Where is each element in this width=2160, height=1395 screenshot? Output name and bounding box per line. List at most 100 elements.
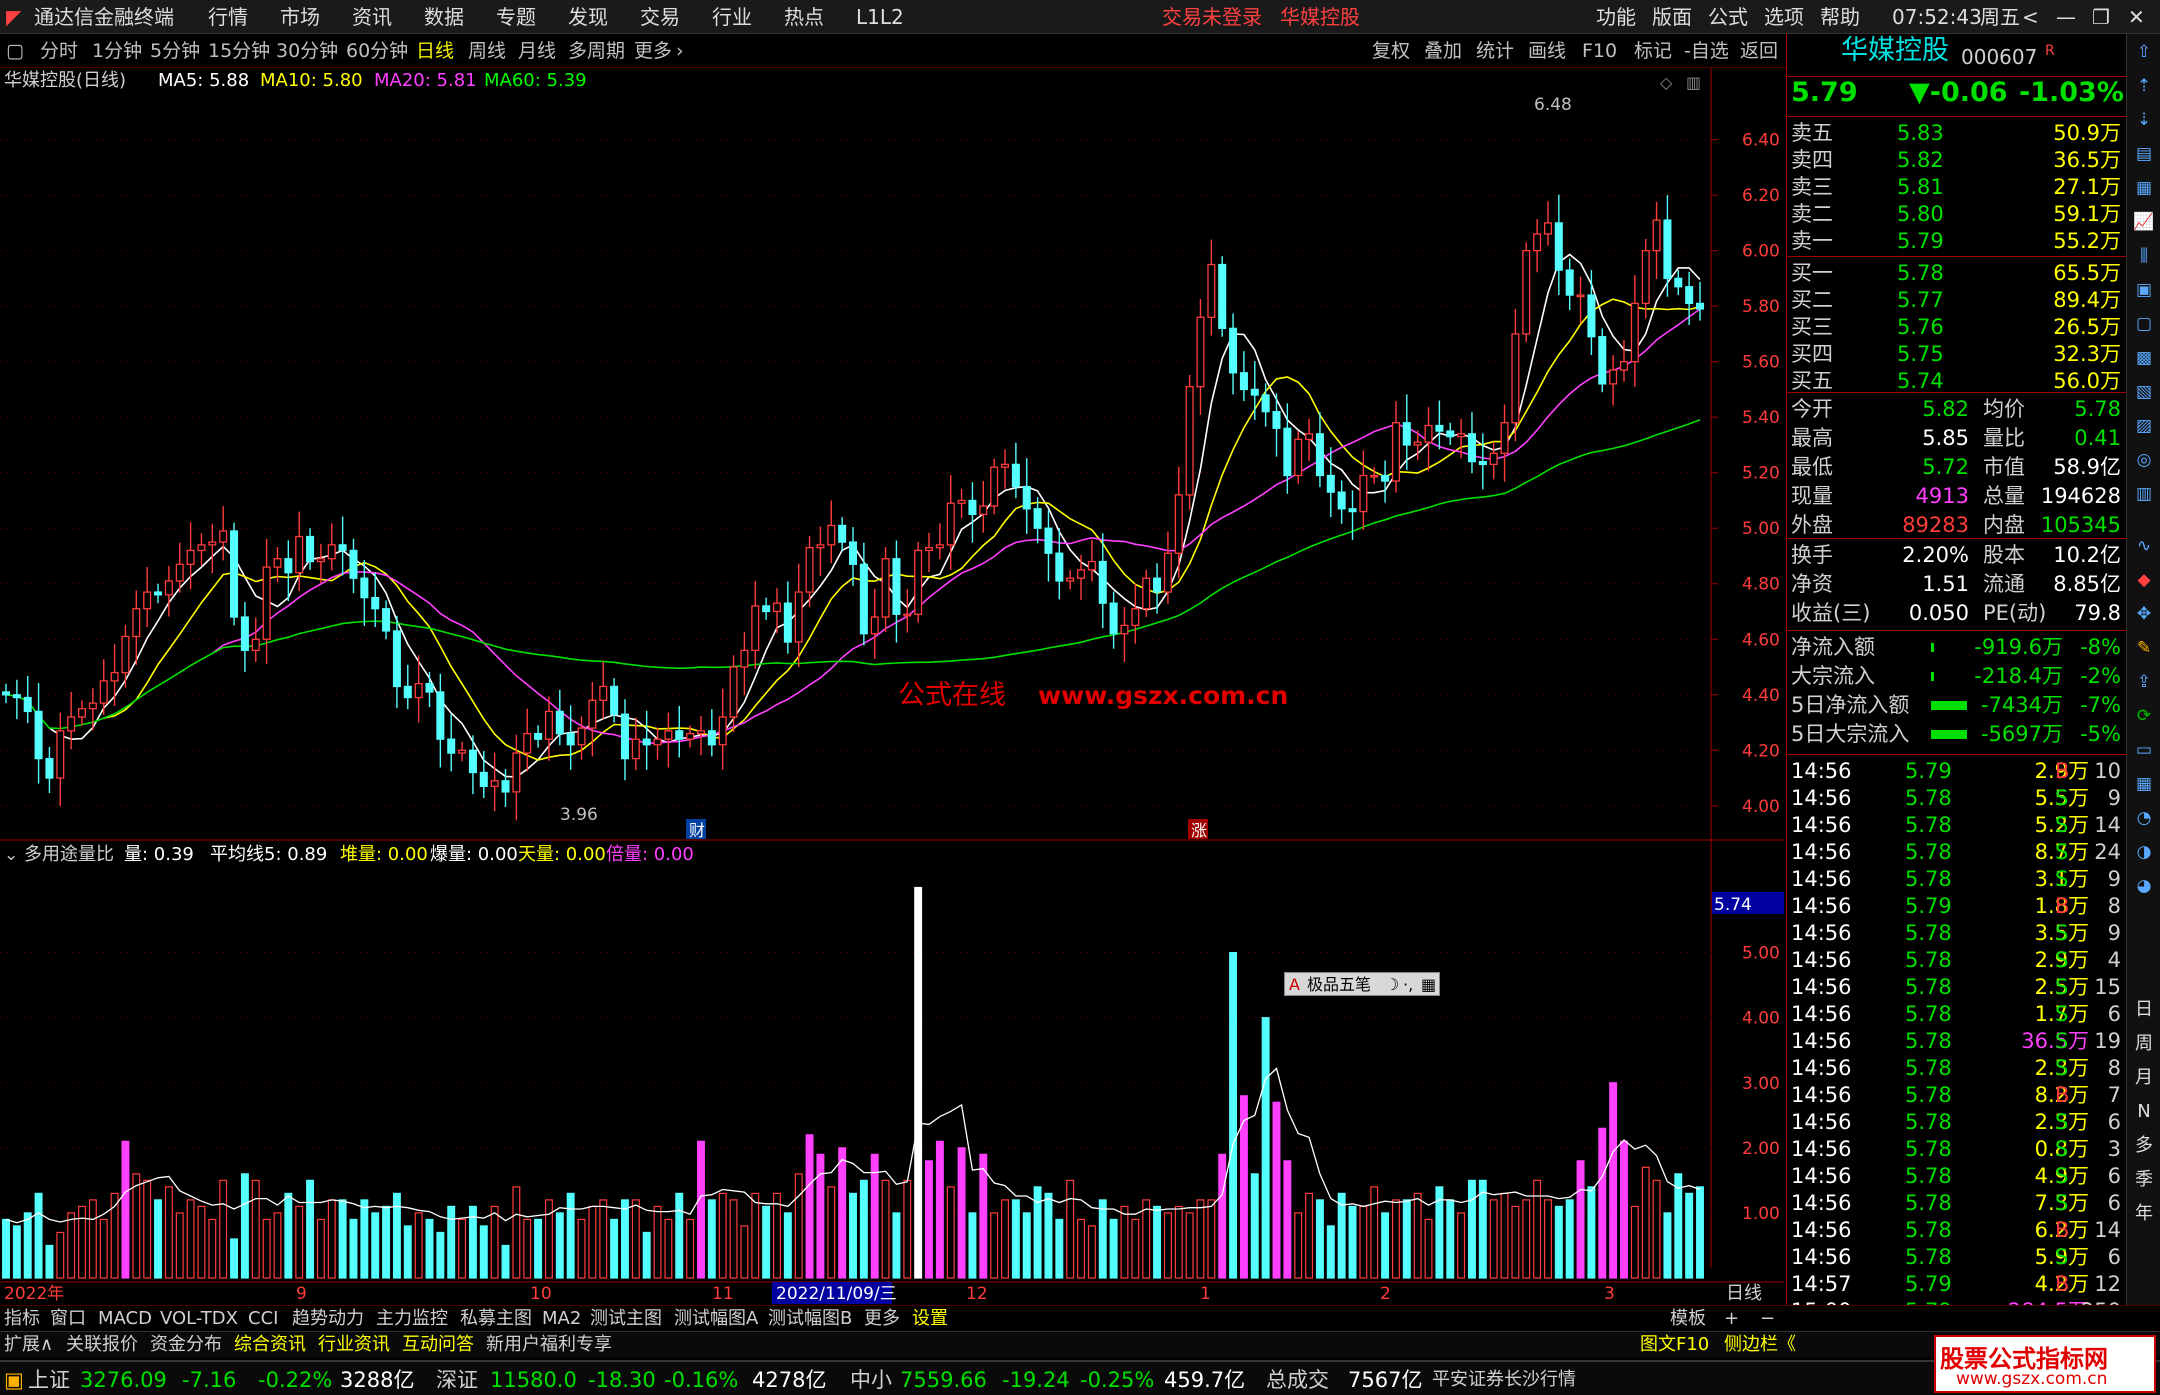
candle-body[interactable] — [1500, 422, 1509, 454]
candle-body[interactable] — [762, 605, 771, 613]
period-weekly[interactable]: 周线 — [468, 39, 506, 63]
tab-more[interactable]: 更多 — [864, 1308, 900, 1330]
volume-ratio-bar[interactable] — [403, 1225, 412, 1279]
tab-test-sub-b[interactable]: 测试幅图B — [768, 1308, 852, 1330]
menu-industry[interactable]: 行业 — [712, 4, 752, 30]
candle-body[interactable] — [1066, 577, 1075, 582]
volume-ratio-bar[interactable] — [1348, 1205, 1357, 1279]
volume-ratio-bar[interactable] — [1109, 1218, 1118, 1279]
candle-body[interactable] — [1511, 333, 1520, 424]
volume-ratio-bar[interactable] — [1391, 1199, 1400, 1279]
volume-ratio-bar[interactable] — [827, 1186, 836, 1279]
volume-ratio-bar[interactable] — [1283, 1160, 1292, 1279]
volume-ratio-bar[interactable] — [197, 1205, 206, 1279]
back-arrow-icon[interactable]: < — [2022, 4, 2039, 30]
volume-ratio-bar[interactable] — [805, 1134, 814, 1279]
finance-marker[interactable]: 财 — [689, 821, 705, 840]
candle-body[interactable] — [34, 710, 43, 760]
candle-body[interactable] — [664, 730, 673, 740]
candle-body[interactable] — [1489, 452, 1498, 466]
volume-ratio-bar[interactable] — [56, 1231, 65, 1279]
candle-body[interactable] — [642, 738, 651, 746]
candle-body[interactable] — [1457, 433, 1466, 438]
candle-body[interactable] — [327, 544, 336, 560]
xaxis-period-label[interactable]: 日线 — [1726, 1283, 1762, 1304]
volume-ratio-bar[interactable] — [610, 1218, 619, 1279]
candle-body[interactable] — [751, 605, 760, 652]
candle-body[interactable] — [1250, 388, 1259, 396]
volume-ratio-bar[interactable] — [1044, 1192, 1053, 1279]
candle-body[interactable] — [675, 730, 684, 740]
candle-body[interactable] — [121, 635, 130, 674]
candle-body[interactable] — [132, 608, 141, 638]
period-15min[interactable]: 15分钟 — [208, 39, 270, 63]
volume-ratio-bar[interactable] — [1652, 1179, 1661, 1279]
volume-ratio-bar[interactable] — [186, 1199, 195, 1279]
candle-body[interactable] — [382, 608, 391, 632]
candle-body[interactable] — [1348, 508, 1357, 513]
vtool-week[interactable]: 周 — [2132, 1032, 2156, 1056]
candle-body[interactable] — [1630, 302, 1639, 363]
ime-a-icon[interactable]: A — [1289, 975, 1300, 995]
volume-ratio-bar[interactable] — [1402, 1199, 1411, 1279]
candle-body[interactable] — [653, 738, 662, 746]
volume-ratio-bar[interactable] — [1359, 1205, 1368, 1279]
sh-label[interactable]: 上证 — [28, 1367, 70, 1393]
period-5min[interactable]: 5分钟 — [150, 39, 200, 63]
volume-ratio-bar[interactable] — [240, 1173, 249, 1279]
candle-body[interactable] — [1359, 474, 1368, 513]
volume-ratio-bar[interactable] — [1663, 1212, 1672, 1279]
candle-body[interactable] — [1185, 386, 1194, 496]
volume-ratio-bar[interactable] — [990, 1212, 999, 1279]
candle-body[interactable] — [458, 749, 467, 754]
tool-return[interactable]: 返回 — [1740, 39, 1778, 63]
candle-body[interactable] — [1554, 222, 1563, 271]
candle-body[interactable] — [1533, 233, 1542, 252]
candle-body[interactable] — [1337, 491, 1346, 510]
tab-trend-power[interactable]: 趋势动力 — [292, 1308, 364, 1330]
candle-body[interactable] — [1044, 527, 1053, 554]
candle-body[interactable] — [1685, 286, 1694, 305]
candle-body[interactable] — [273, 558, 282, 568]
candle-body[interactable] — [1413, 441, 1422, 446]
volume-ratio-bar[interactable] — [773, 1192, 781, 1279]
candle-body[interactable] — [197, 544, 206, 552]
candle-body[interactable] — [436, 691, 445, 740]
candle-body[interactable] — [316, 558, 325, 563]
menu-market-quotes[interactable]: 行情 — [208, 4, 248, 30]
candle-body[interactable] — [1446, 430, 1455, 438]
volume-ratio-bar[interactable] — [577, 1218, 586, 1279]
volume-ratio-bar[interactable] — [1609, 1082, 1618, 1279]
candle-body[interactable] — [555, 710, 564, 735]
candle-body[interactable] — [1326, 474, 1335, 493]
volume-ratio-bar[interactable] — [555, 1212, 564, 1279]
volume-ratio-bar[interactable] — [414, 1212, 423, 1279]
volume-ratio-bar[interactable] — [675, 1192, 684, 1279]
menu-topics[interactable]: 专题 — [496, 4, 536, 30]
volume-ratio-bar[interactable] — [892, 1212, 901, 1279]
volume-ratio-bar[interactable] — [262, 1218, 271, 1279]
table-icon[interactable]: ▦ — [2132, 176, 2156, 200]
tab-macd[interactable]: MACD — [98, 1308, 152, 1330]
volume-ratio-bar[interactable] — [1087, 1225, 1096, 1279]
period-1min[interactable]: 1分钟 — [92, 39, 142, 63]
zx-label[interactable]: 中小 — [850, 1367, 892, 1393]
volume-ratio-bar[interactable] — [219, 1179, 228, 1279]
candle-body[interactable] — [1609, 369, 1618, 385]
vtool-n[interactable]: N — [2132, 1100, 2156, 1124]
candle-body[interactable] — [1218, 263, 1227, 330]
volume-ratio-bar[interactable] — [544, 1199, 553, 1279]
volume-ratio-bar[interactable] — [12, 1225, 21, 1279]
candle-body[interactable] — [392, 630, 401, 688]
candle-body[interactable] — [979, 505, 988, 515]
volume-ratio-bar[interactable] — [175, 1212, 184, 1279]
volume-ratio-bar[interactable] — [316, 1218, 325, 1279]
candle-body[interactable] — [1391, 422, 1400, 482]
volume-ratio-bar[interactable] — [284, 1192, 293, 1279]
tool-draw[interactable]: 画线 — [1528, 39, 1566, 63]
volume-ratio-bar[interactable] — [1424, 1218, 1433, 1279]
volume-ratio-bar[interactable] — [1229, 952, 1238, 1279]
candle-body[interactable] — [935, 544, 944, 549]
candle-body[interactable] — [77, 707, 87, 718]
candle-body[interactable] — [1598, 336, 1607, 385]
